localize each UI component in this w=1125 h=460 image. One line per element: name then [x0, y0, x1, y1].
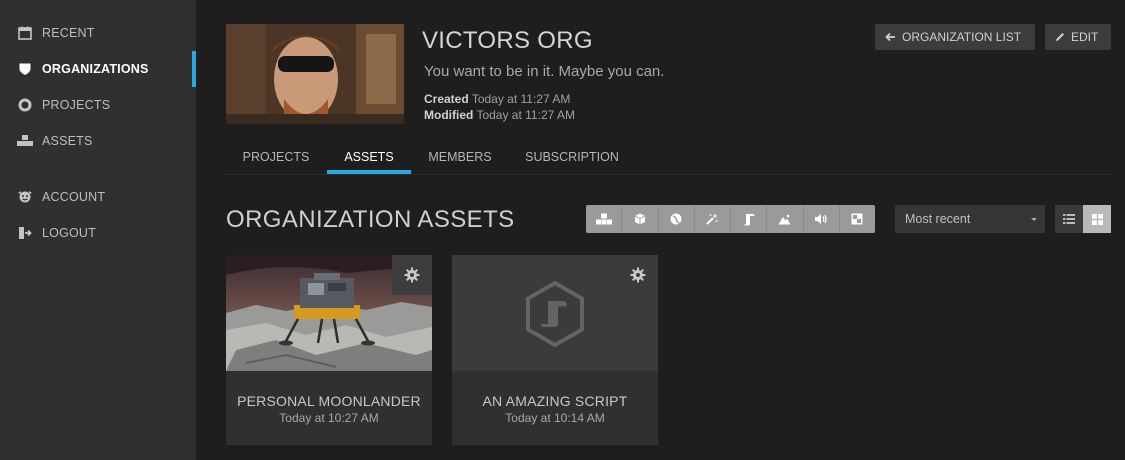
assets-icon [16, 132, 34, 150]
gear-icon [630, 267, 646, 283]
filter-audio-button[interactable] [804, 205, 840, 233]
asset-settings-button[interactable] [618, 255, 658, 295]
filter-material-button[interactable] [659, 205, 695, 233]
page-title: VICTORS ORG [422, 27, 593, 54]
asset-title: AN AMAZING SCRIPT [482, 393, 628, 409]
sidebar-item-label: ACCOUNT [42, 190, 106, 204]
shield-icon [16, 60, 34, 78]
asset-card[interactable]: PERSONAL MOONLANDER Today at 10:27 AM [226, 255, 432, 445]
organization-avatar [226, 24, 404, 124]
tab-subscription[interactable]: SUBSCRIPTION [509, 140, 635, 174]
calendar-icon [16, 24, 34, 42]
sidebar-item-account[interactable]: ACCOUNT [0, 179, 196, 215]
sidebar-item-label: ORGANIZATIONS [42, 62, 149, 76]
sort-selected-value: Most recent [905, 212, 971, 226]
sidebar-item-organizations[interactable]: ORGANIZATIONS [0, 51, 196, 87]
asset-title: PERSONAL MOONLANDER [237, 393, 421, 409]
grid-icon [1091, 213, 1103, 225]
modified-label: Modified [424, 108, 474, 122]
created-label: Created [424, 92, 469, 106]
sidebar-item-label: RECENT [42, 26, 95, 40]
list-icon [1063, 214, 1075, 224]
organization-list-label: ORGANIZATION LIST [902, 30, 1022, 44]
sidebar-item-label: PROJECTS [42, 98, 111, 112]
pencil-icon [1056, 33, 1064, 41]
material-icon [670, 213, 682, 225]
filter-script-button[interactable] [731, 205, 768, 233]
script-icon [743, 213, 755, 225]
asset-card[interactable]: AN AMAZING SCRIPT Today at 10:14 AM [452, 255, 658, 445]
tabs-divider [226, 174, 1112, 175]
tab-assets[interactable]: ASSETS [327, 140, 411, 174]
gear-icon [404, 267, 420, 283]
modified-value: Today at 11:27 AM [476, 108, 575, 122]
filter-texture-button[interactable] [840, 205, 875, 233]
sidebar-item-projects[interactable]: PROJECTS [0, 87, 196, 123]
chevron-down-icon [1031, 218, 1037, 221]
arrow-left-icon [885, 32, 895, 42]
tab-members[interactable]: MEMBERS [411, 140, 509, 174]
asset-date: Today at 10:14 AM [505, 411, 605, 425]
grid-view-button[interactable] [1083, 205, 1111, 233]
tab-projects[interactable]: PROJECTS [226, 140, 326, 174]
page-subtitle: You want to be in it. Maybe you can. [424, 63, 665, 80]
sidebar-item-label: LOGOUT [42, 226, 96, 240]
created-meta: Created Today at 11:27 AM [424, 92, 570, 106]
circle-icon [16, 96, 34, 114]
modified-meta: Modified Today at 11:27 AM [424, 108, 575, 122]
asset-type-filter [586, 205, 875, 233]
asset-date: Today at 10:27 AM [279, 411, 379, 425]
all-assets-icon [595, 213, 612, 225]
filter-effect-button[interactable] [695, 205, 731, 233]
sidebar-item-label: ASSETS [42, 134, 93, 148]
asset-settings-button[interactable] [392, 255, 432, 295]
texture-icon [851, 213, 863, 225]
section-title: ORGANIZATION ASSETS [226, 206, 515, 233]
filter-model-button[interactable] [622, 205, 659, 233]
logout-icon [16, 224, 34, 242]
effect-icon [706, 213, 718, 225]
filter-all-assets-button[interactable] [586, 205, 623, 233]
audio-icon [815, 214, 827, 224]
list-view-button[interactable] [1055, 205, 1083, 233]
sort-select[interactable]: Most recent [895, 205, 1045, 233]
sidebar-item-assets[interactable]: ASSETS [0, 123, 196, 159]
organization-list-button[interactable]: ORGANIZATION LIST [875, 24, 1035, 50]
account-icon [16, 188, 34, 206]
terrain-icon [778, 214, 791, 224]
filter-terrain-button[interactable] [767, 205, 804, 233]
created-value: Today at 11:27 AM [471, 92, 571, 106]
sidebar-item-logout[interactable]: LOGOUT [0, 215, 196, 251]
sidebar: RECENT ORGANIZATIONS PROJECTS ASSETS ACC… [0, 0, 196, 460]
view-toggle [1055, 205, 1111, 233]
model-icon [634, 213, 646, 225]
edit-label: EDIT [1071, 30, 1099, 44]
sidebar-item-recent[interactable]: RECENT [0, 15, 196, 51]
edit-button[interactable]: EDIT [1045, 24, 1111, 50]
